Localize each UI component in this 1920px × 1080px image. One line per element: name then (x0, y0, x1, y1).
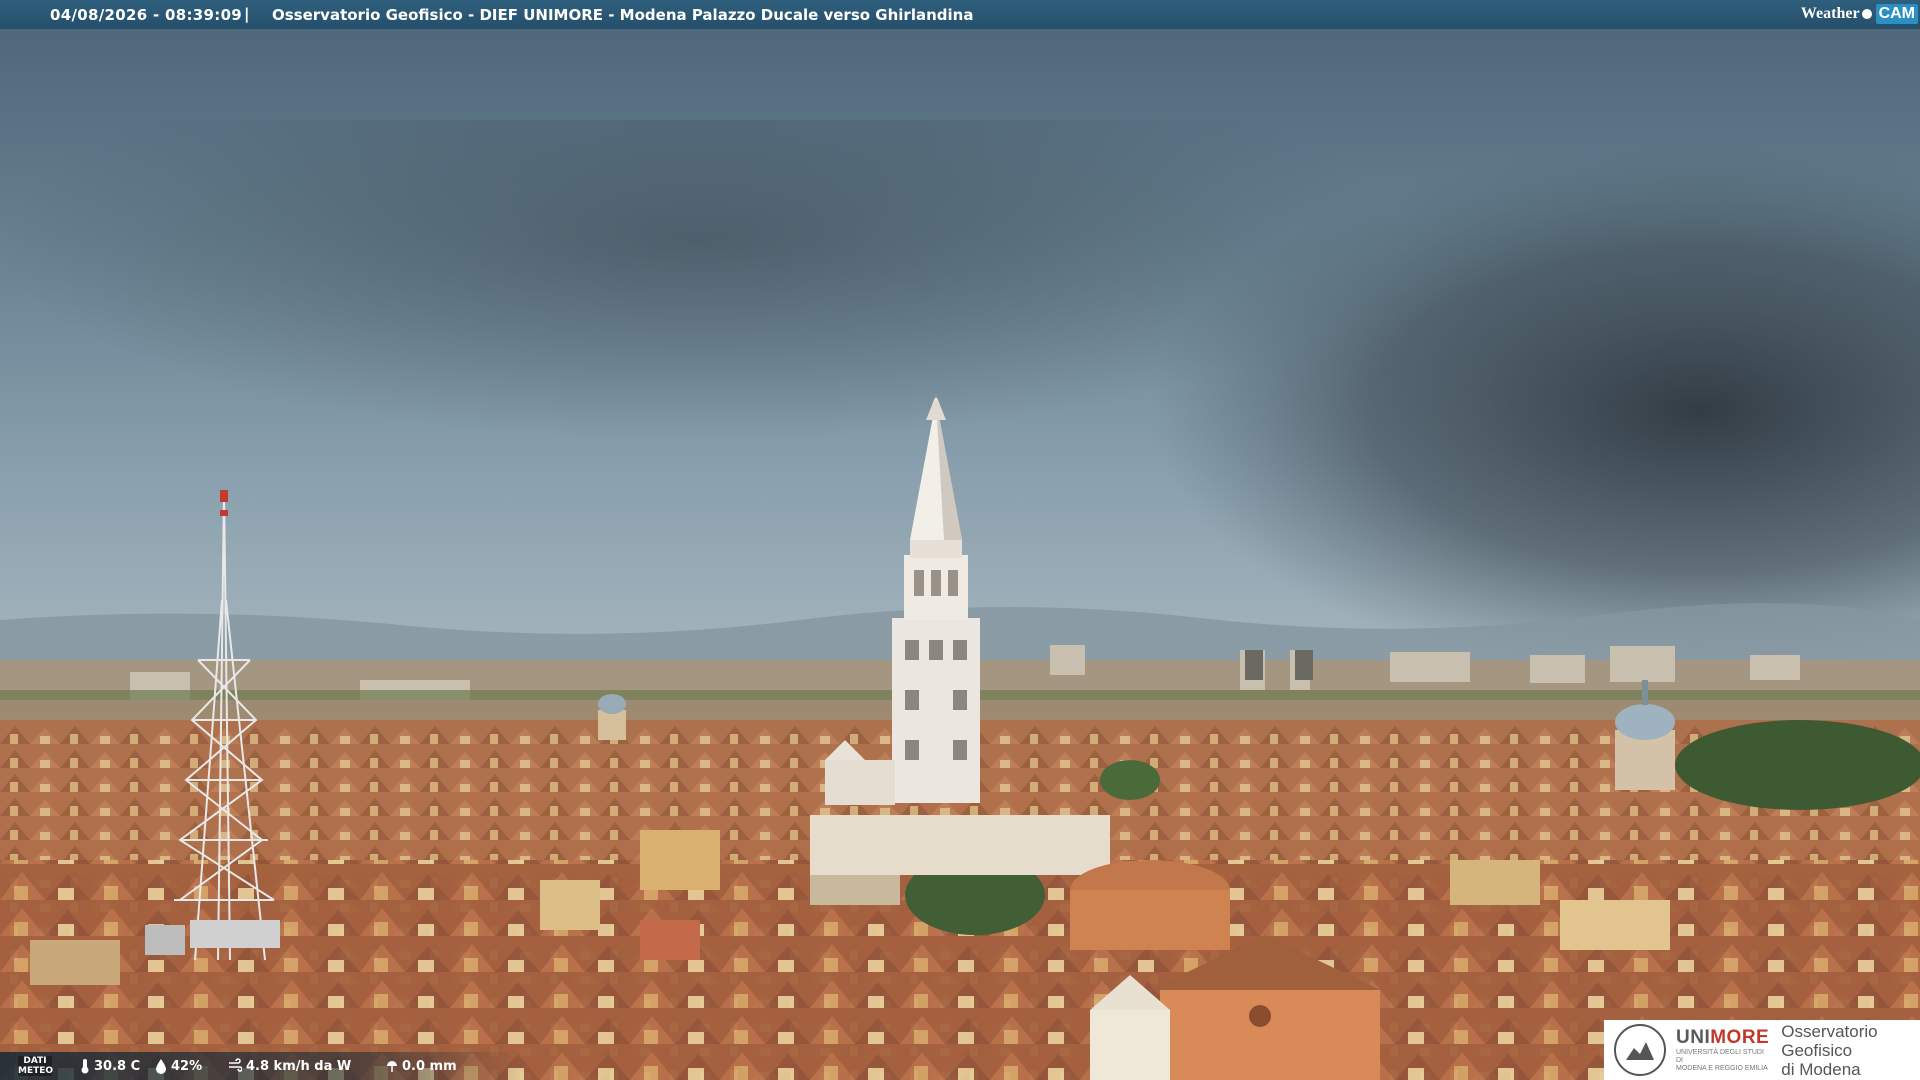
overlay-top-bar: 04/08/2026 - 08:39:09 | Osservatorio Geo… (0, 0, 1920, 29)
weather-data-bar: DATI METEO 30.8 C 42% 4.8 km/h da W 0.0 … (0, 1052, 520, 1080)
weathercam-brand-weather: Weather (1800, 5, 1860, 22)
separator: | (244, 5, 250, 23)
weather-data-label-line2: METEO (18, 1066, 54, 1076)
observatory-name: Osservatorio Geofisico di Modena (1781, 1022, 1920, 1079)
weathercam-brand-cam: CAM (1875, 4, 1918, 24)
unimore-suffix: MORE (1710, 1027, 1770, 1048)
unimore-prefix: UNI (1676, 1027, 1711, 1048)
university-line1: UNIVERSITÀ DEGLI STUDI DI (1676, 1049, 1764, 1064)
unimore-wordmark: UNIMORE UNIVERSITÀ DEGLI STUDI DI MODENA… (1676, 1027, 1769, 1073)
temperature-value: 30.8 C (94, 1058, 141, 1074)
humidity-drop-icon (156, 1059, 166, 1074)
camera-title: Osservatorio Geofisico - DIEF UNIMORE - … (272, 6, 974, 24)
rain-value: 0.0 mm (402, 1058, 457, 1074)
temperature-readout: 30.8 C (80, 1058, 140, 1074)
rain-icon (387, 1061, 397, 1072)
humidity-value: 42% (171, 1058, 203, 1074)
webcam-image (0, 0, 1920, 1080)
observatory-line2: di Modena (1781, 1059, 1861, 1079)
weathercam-logo: Weather CAM (1801, 2, 1918, 26)
humidity-readout: 42% (155, 1058, 202, 1074)
timestamp: 04/08/2026 - 08:39:09 (50, 6, 243, 24)
university-seal-icon (1614, 1024, 1666, 1076)
rain-readout: 0.0 mm (386, 1058, 457, 1074)
weathercam-dot-icon (1861, 9, 1872, 19)
weather-data-label: DATI METEO (18, 1056, 54, 1076)
university-line2: MODENA E REGGIO EMILIA (1676, 1065, 1768, 1072)
observatory-line1: Osservatorio Geofisico (1781, 1021, 1878, 1060)
weather-data-label-line1: DATI (23, 1056, 47, 1066)
wind-readout: 4.8 km/h da W (228, 1058, 351, 1074)
wind-value: 4.8 km/h da W (246, 1058, 352, 1074)
thermometer-icon (81, 1059, 89, 1074)
unimore-logo-panel: UNIMORE UNIVERSITÀ DEGLI STUDI DI MODENA… (1604, 1020, 1920, 1080)
wind-icon (229, 1058, 242, 1072)
